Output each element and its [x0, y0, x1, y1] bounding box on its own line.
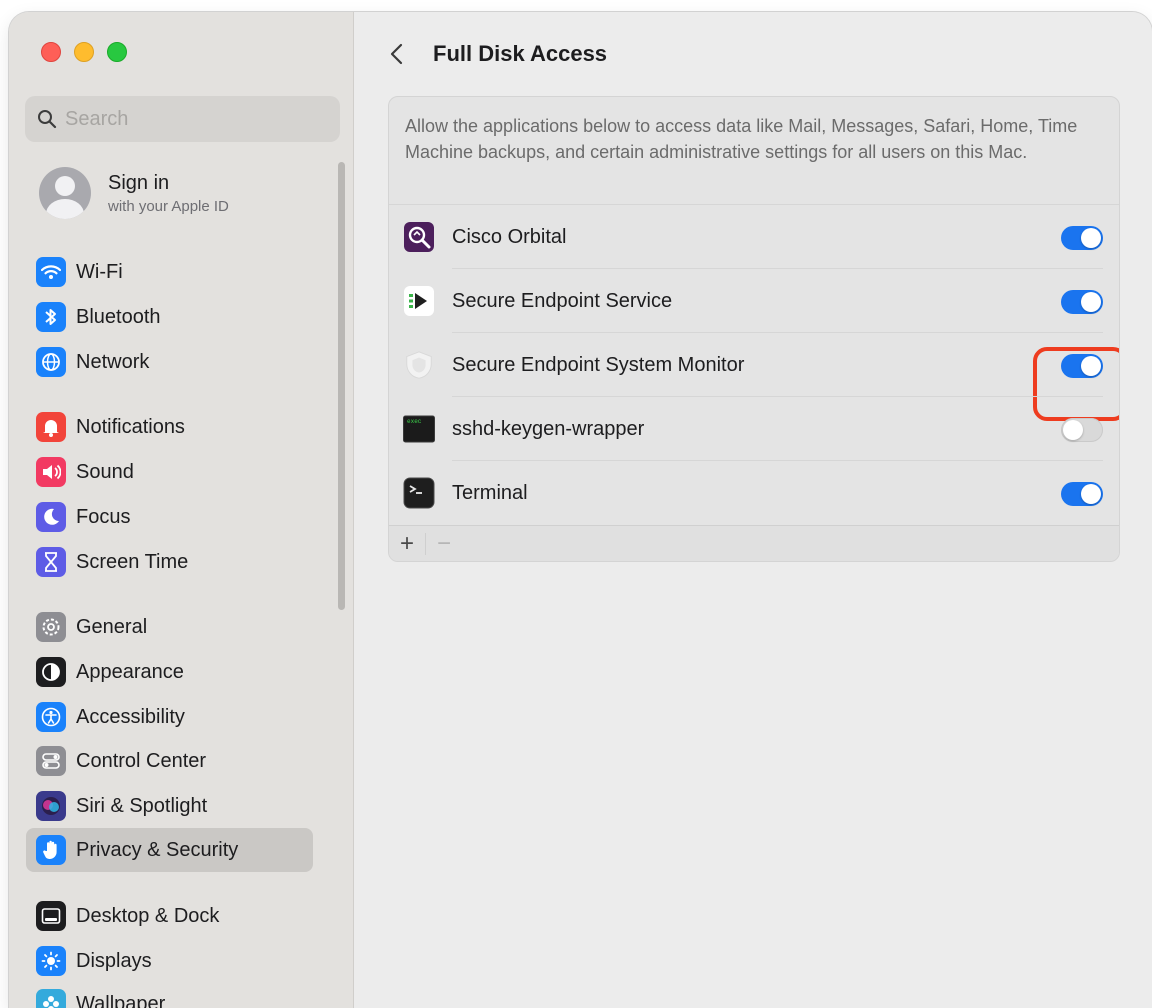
sidebar-item-control-center[interactable]: Control Center	[26, 739, 313, 783]
sidebar-item-label: Focus	[76, 505, 131, 528]
dock-icon	[36, 901, 66, 931]
account-title: Sign in	[108, 171, 170, 194]
page-title: Full Disk Access	[433, 41, 608, 66]
terminal-icon	[403, 477, 435, 509]
terminal-exec-icon: exec	[403, 413, 435, 445]
toggle-sshd-keygen-wrapper[interactable]	[1061, 418, 1103, 442]
sidebar-item-network[interactable]: Network	[26, 340, 313, 384]
sidebar-item-wallpaper[interactable]: Wallpaper	[26, 982, 313, 1008]
sidebar-item-label: Bluetooth	[76, 305, 161, 328]
moon-icon	[36, 502, 66, 532]
main-content: Full Disk Access Allow the applications …	[354, 12, 1152, 1008]
sidebar-item-label: Siri & Spotlight	[76, 794, 208, 817]
sidebar-item-label: Desktop & Dock	[76, 904, 220, 927]
appearance-icon	[36, 657, 66, 687]
sidebar-item-wifi[interactable]: Wi-Fi	[26, 250, 313, 294]
sidebar-item-label: Privacy & Security	[76, 838, 239, 861]
back-button[interactable]	[384, 40, 408, 68]
sidebar-item-general[interactable]: General	[26, 605, 313, 649]
sidebar-item-appearance[interactable]: Appearance	[26, 650, 313, 694]
app-row: Cisco Orbital	[389, 205, 1119, 269]
sidebar-item-bluetooth[interactable]: Bluetooth	[26, 295, 313, 339]
gear-icon	[36, 612, 66, 642]
control-center-icon	[36, 746, 66, 776]
zoom-window-button[interactable]	[107, 42, 127, 62]
bell-icon	[36, 412, 66, 442]
apple-id-account[interactable]: Sign in with your Apple ID	[39, 167, 229, 219]
sidebar-item-screen-time[interactable]: Screen Time	[26, 540, 313, 584]
hand-icon	[36, 835, 66, 865]
panel-footer: + −	[389, 525, 1119, 561]
sidebar-item-label: Network	[76, 350, 150, 373]
sidebar-scrollbar[interactable]	[338, 162, 345, 610]
sidebar-item-notifications[interactable]: Notifications	[26, 405, 313, 449]
sidebar-item-label: Appearance	[76, 660, 184, 683]
sidebar-item-desktop-dock[interactable]: Desktop & Dock	[26, 894, 313, 938]
sidebar-item-label: Wallpaper	[76, 992, 166, 1008]
chevron-left-icon	[390, 43, 403, 65]
sidebar-item-privacy-security[interactable]: Privacy & Security	[26, 828, 313, 872]
sun-icon	[36, 946, 66, 976]
app-row: Secure Endpoint Service	[389, 269, 1119, 333]
close-window-button[interactable]	[41, 42, 61, 62]
sidebar-item-displays[interactable]: Displays	[26, 939, 313, 983]
sidebar-item-accessibility[interactable]: Accessibility	[26, 695, 313, 739]
sidebar-item-focus[interactable]: Focus	[26, 495, 313, 539]
wifi-icon	[36, 257, 66, 287]
secure-endpoint-service-icon	[403, 285, 435, 317]
toggle-terminal[interactable]	[1061, 482, 1103, 506]
svg-text:exec: exec	[407, 418, 422, 425]
app-name: Terminal	[452, 481, 528, 504]
bluetooth-icon	[36, 302, 66, 332]
remove-app-button[interactable]: −	[426, 526, 462, 562]
app-row: Terminal	[389, 461, 1119, 525]
cisco-orbital-icon	[403, 221, 435, 253]
window-controls	[41, 42, 140, 62]
siri-icon	[36, 791, 66, 821]
toggle-secure-endpoint-system-monitor[interactable]	[1033, 347, 1119, 421]
account-subtitle: with your Apple ID	[108, 197, 229, 215]
sidebar-item-sound[interactable]: Sound	[26, 450, 313, 494]
sidebar-item-label: General	[76, 615, 148, 638]
wallpaper-icon	[36, 989, 66, 1008]
panel-description: Allow the applications below to access d…	[389, 97, 1119, 205]
search-field[interactable]	[25, 96, 340, 142]
sidebar-item-label: Notifications	[76, 415, 185, 438]
app-name: sshd-keygen-wrapper	[452, 417, 645, 440]
search-input[interactable]	[65, 107, 305, 131]
app-name: Secure Endpoint Service	[452, 289, 673, 312]
accessibility-icon	[36, 702, 66, 732]
avatar	[39, 167, 91, 219]
sidebar-item-label: Sound	[76, 460, 134, 483]
sidebar: Sign in with your Apple ID Wi-Fi Bluetoo…	[9, 12, 354, 1008]
sidebar-item-siri-spotlight[interactable]: Siri & Spotlight	[26, 784, 313, 828]
speaker-icon	[36, 457, 66, 487]
sidebar-item-label: Displays	[76, 949, 152, 972]
settings-window: Sign in with your Apple ID Wi-Fi Bluetoo…	[9, 12, 1152, 1008]
toggle-cisco-orbital[interactable]	[1061, 226, 1103, 250]
toggle-secure-endpoint-service[interactable]	[1061, 290, 1103, 314]
add-app-button[interactable]: +	[389, 526, 425, 562]
sidebar-item-label: Screen Time	[76, 550, 189, 573]
sidebar-item-label: Accessibility	[76, 705, 185, 728]
shield-icon	[403, 349, 435, 381]
minimize-window-button[interactable]	[74, 42, 94, 62]
sidebar-item-label: Control Center	[76, 749, 207, 772]
app-row: Secure Endpoint System Monitor	[389, 333, 1119, 421]
app-name: Cisco Orbital	[452, 225, 567, 248]
app-row: exec sshd-keygen-wrapper	[389, 397, 1119, 461]
sidebar-item-label: Wi-Fi	[76, 260, 123, 283]
app-name: Secure Endpoint System Monitor	[452, 353, 745, 376]
full-disk-access-panel: Allow the applications below to access d…	[388, 96, 1120, 562]
search-icon	[38, 110, 57, 129]
hourglass-icon	[36, 547, 66, 577]
globe-icon	[36, 347, 66, 377]
